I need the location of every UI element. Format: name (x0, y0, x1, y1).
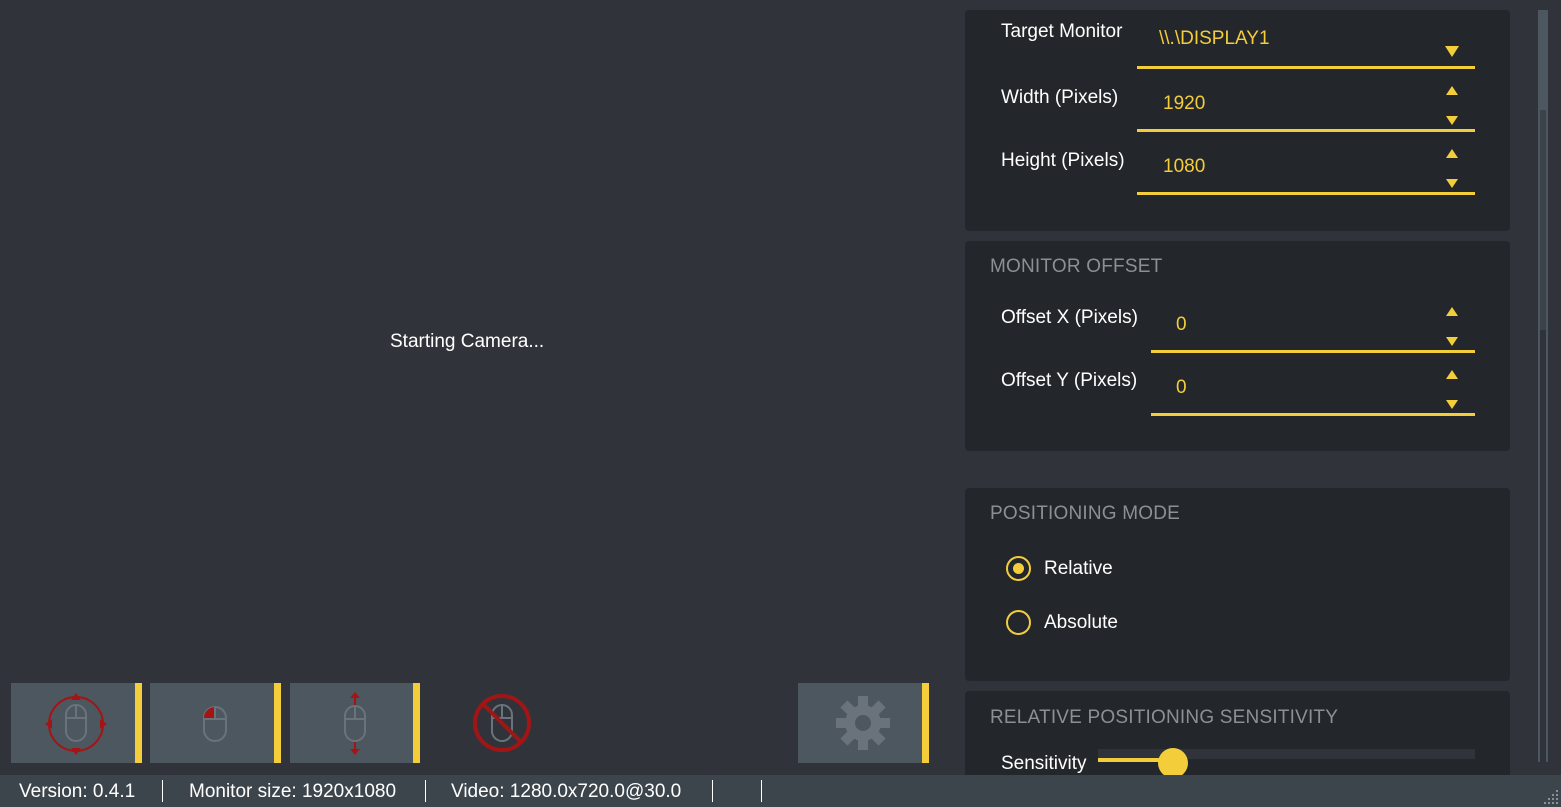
monitor-size-text: Monitor size: 1920x1080 (189, 781, 397, 802)
radio-absolute[interactable]: Absolute (1005, 609, 1205, 639)
field-underline (1137, 66, 1475, 69)
height-input[interactable]: 1080 (1137, 143, 1475, 197)
mouse-left-click-icon (203, 706, 227, 742)
monitor-offset-card: MONITOR OFFSET Offset X (Pixels) 0 Offse… (965, 241, 1510, 451)
positioning-mode-title: POSITIONING MODE (990, 503, 1181, 524)
status-divider (162, 780, 163, 802)
settings-panel: Target Monitor \\.\DISPLAY1 Width (Pixel… (955, 0, 1536, 775)
button-accent (413, 683, 420, 763)
field-underline (1137, 129, 1475, 132)
height-label: Height (Pixels) (1001, 150, 1125, 171)
gear-icon (836, 696, 890, 750)
status-bar: Version: 0.4.1 Monitor size: 1920x1080 V… (0, 775, 1561, 807)
target-monitor-dropdown[interactable]: \\.\DISPLAY1 (1137, 20, 1475, 70)
field-underline (1137, 192, 1475, 195)
button-accent (922, 683, 929, 763)
radio-relative[interactable]: Relative (1005, 555, 1205, 585)
spin-down-icon[interactable] (1446, 116, 1458, 125)
width-value: 1920 (1163, 93, 1206, 114)
height-value: 1080 (1163, 156, 1206, 177)
offset-x-label: Offset X (Pixels) (1001, 307, 1138, 328)
disable-mouse-button[interactable] (470, 692, 534, 756)
video-info-text: Video: 1280.0x720.0@30.0 (451, 781, 682, 802)
sensitivity-slider[interactable] (1098, 748, 1475, 775)
settings-button[interactable] (798, 683, 929, 763)
mouse-move-icon (45, 693, 107, 755)
spin-up-icon[interactable] (1446, 307, 1458, 316)
scroll-button[interactable] (290, 683, 420, 763)
monitor-settings-card: Target Monitor \\.\DISPLAY1 Width (Pixel… (965, 10, 1510, 231)
mouse-disabled-icon (473, 694, 531, 752)
status-divider (712, 780, 713, 802)
camera-view: Starting Camera... (0, 0, 955, 775)
width-label: Width (Pixels) (1001, 87, 1119, 108)
scrollbar-thumb-top (1540, 10, 1546, 110)
target-monitor-value: \\.\DISPLAY1 (1159, 28, 1270, 49)
radio-button[interactable] (1006, 556, 1031, 581)
button-accent (135, 683, 142, 763)
offset-y-input[interactable]: 0 (1151, 364, 1475, 418)
field-underline (1151, 413, 1475, 416)
status-divider (425, 780, 426, 802)
left-click-button[interactable] (150, 683, 281, 763)
mouse-scroll-icon (344, 692, 366, 755)
width-input[interactable]: 1920 (1137, 80, 1475, 134)
sensitivity-card: RELATIVE POSITIONING SENSITIVITY Sensiti… (965, 691, 1510, 775)
spin-up-icon[interactable] (1446, 370, 1458, 379)
scrollbar-thumb-body (1540, 110, 1546, 330)
radio-label: Absolute (1044, 612, 1118, 633)
button-accent (274, 683, 281, 763)
move-cursor-button[interactable] (11, 683, 142, 763)
offset-x-input[interactable]: 0 (1151, 301, 1475, 355)
spin-down-icon[interactable] (1446, 337, 1458, 346)
status-divider (761, 780, 762, 802)
sensitivity-title: RELATIVE POSITIONING SENSITIVITY (990, 707, 1339, 728)
monitor-offset-title: MONITOR OFFSET (990, 256, 1163, 277)
slider-thumb[interactable] (1158, 748, 1188, 775)
offset-y-value: 0 (1176, 377, 1187, 398)
spin-down-icon[interactable] (1446, 179, 1458, 188)
offset-y-label: Offset Y (Pixels) (1001, 370, 1138, 391)
scrollbar-thumb[interactable] (1538, 10, 1548, 762)
spin-down-icon[interactable] (1446, 400, 1458, 409)
radio-selected-dot (1013, 563, 1024, 574)
spin-up-icon[interactable] (1446, 149, 1458, 158)
app-window: Starting Camera... Target Monitor \\.\DI… (0, 0, 1561, 807)
radio-button[interactable] (1006, 610, 1031, 635)
positioning-mode-card: POSITIONING MODE Relative Absolute (965, 488, 1510, 681)
target-monitor-label: Target Monitor (1001, 21, 1123, 42)
chevron-down-icon (1445, 46, 1459, 57)
spin-up-icon[interactable] (1446, 86, 1458, 95)
version-text: Version: 0.4.1 (19, 781, 136, 802)
offset-x-value: 0 (1176, 314, 1187, 335)
radio-label: Relative (1044, 558, 1113, 579)
resize-grip-icon[interactable] (1543, 789, 1559, 805)
field-underline (1151, 350, 1475, 353)
camera-status-text: Starting Camera... (390, 331, 545, 352)
sensitivity-label: Sensitivity (1001, 753, 1087, 774)
